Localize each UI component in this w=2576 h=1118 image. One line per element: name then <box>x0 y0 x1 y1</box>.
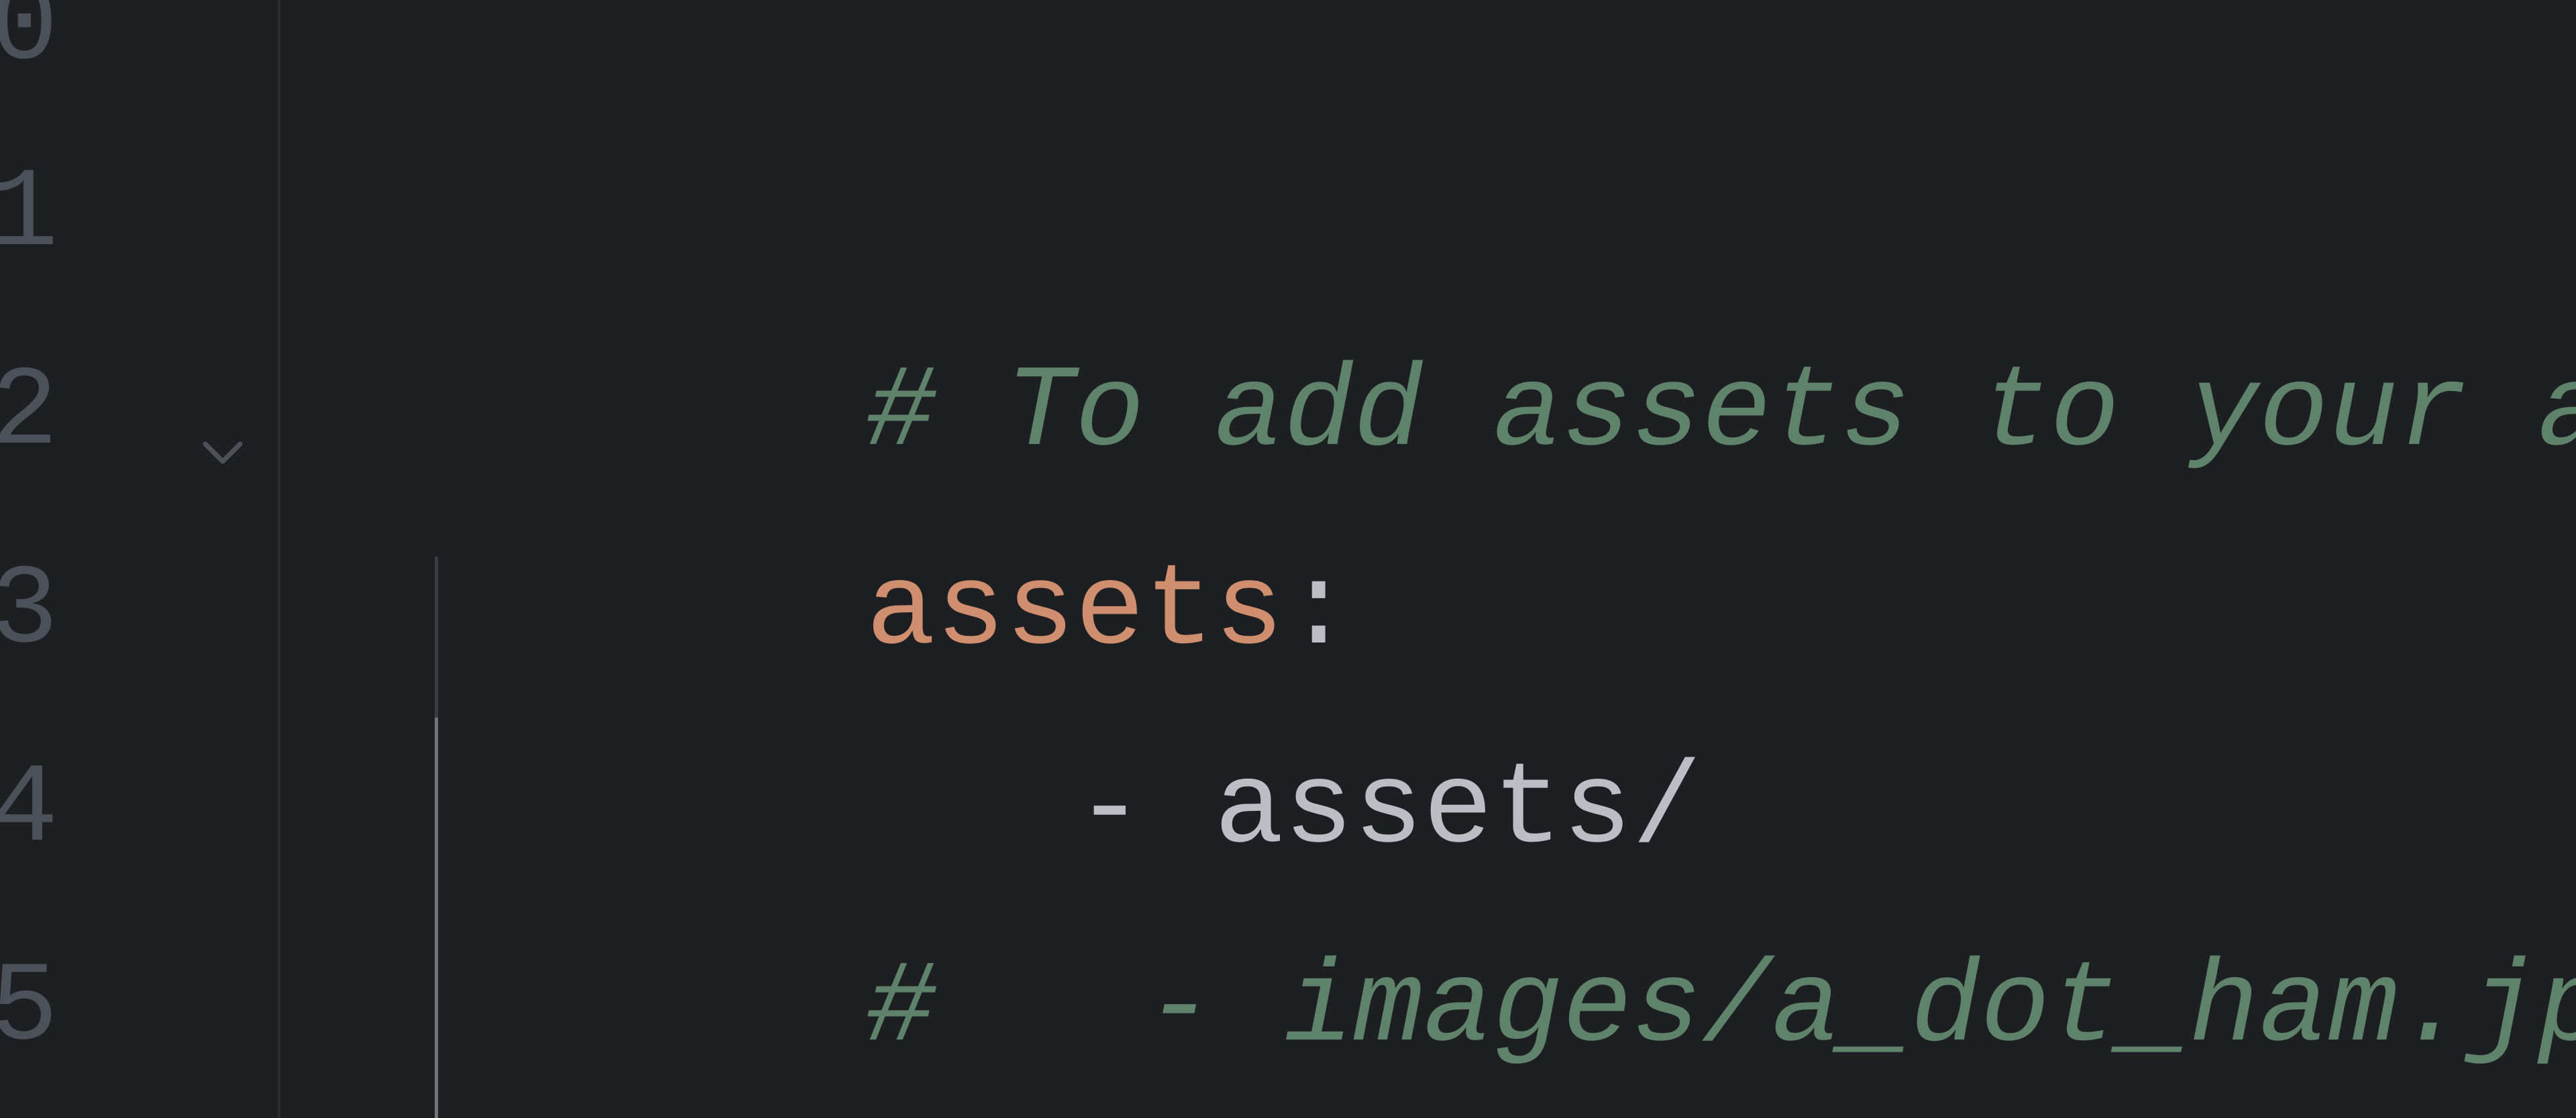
line-number-gutter[interactable]: 0 1 2 3 4 5 <box>0 0 279 1118</box>
line-number: 0 <box>0 0 58 92</box>
code-area[interactable]: # To add assets to your application asse… <box>279 0 2576 1118</box>
code-line-assets-key[interactable]: assets: <box>448 314 1354 677</box>
line-number: 1 <box>0 151 58 278</box>
line-number: 5 <box>0 945 58 1072</box>
code-editor[interactable]: 0 1 2 3 4 5 # To add assets to your appl… <box>0 0 2576 1118</box>
code-line-commented-item[interactable]: # - images/a_dot_ham.jpeg <box>448 711 2576 1074</box>
line-number: 2 <box>0 349 58 477</box>
code-line-comment[interactable]: # To add assets to your application <box>448 115 2576 479</box>
comment-token: # - images/a_dot_ham.jpeg <box>865 943 2576 1074</box>
line-number: 3 <box>0 548 58 675</box>
code-line-assets-item[interactable]: - assets/ <box>448 512 1701 876</box>
indent-guide-active <box>435 718 438 1118</box>
indent-guide <box>435 557 438 718</box>
line-number: 4 <box>0 746 58 874</box>
chevron-down-icon[interactable] <box>199 429 247 478</box>
